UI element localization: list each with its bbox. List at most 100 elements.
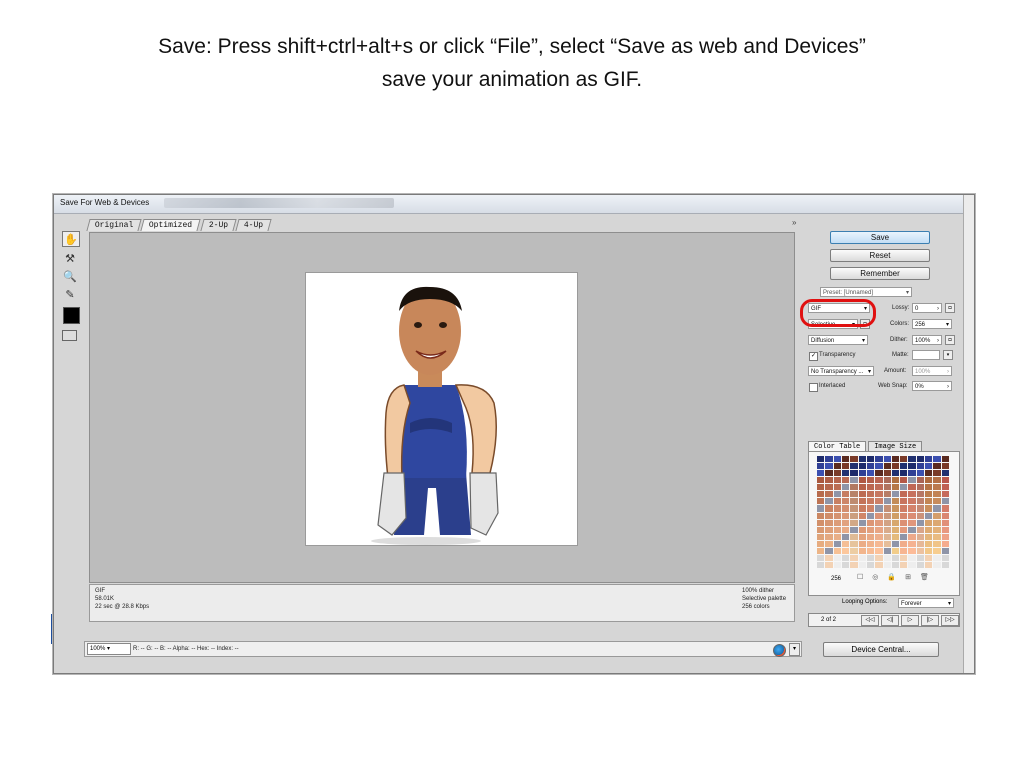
color-swatch[interactable] [933,554,941,561]
next-frame-icon[interactable]: |▷ [921,615,939,626]
lossy-field[interactable]: 0 › [912,303,942,313]
color-swatch[interactable] [858,505,866,512]
color-swatch[interactable] [908,470,916,477]
save-button[interactable]: Save [830,231,930,244]
color-swatch[interactable] [875,484,883,491]
color-swatch[interactable] [900,491,908,498]
color-swatch[interactable] [841,463,850,470]
color-swatch[interactable] [825,547,833,554]
color-swatch[interactable] [858,470,866,477]
color-swatch[interactable] [866,456,875,463]
color-swatch[interactable] [900,561,908,568]
remember-button[interactable]: Remember [830,267,930,280]
color-swatch[interactable] [850,505,858,512]
tab-2-up[interactable]: 2-Up [200,219,237,231]
new-color-icon[interactable]: ⊞ [905,573,911,581]
color-swatch[interactable] [925,505,933,512]
color-swatch[interactable] [850,519,858,526]
color-swatch[interactable] [850,547,858,554]
color-swatch[interactable] [925,561,933,568]
color-swatch[interactable] [900,498,908,505]
color-swatch[interactable] [833,554,841,561]
color-swatch[interactable] [883,470,891,477]
color-swatch[interactable] [941,533,949,540]
color-swatch[interactable] [891,554,900,561]
color-swatch[interactable] [866,554,875,561]
color-swatch[interactable] [916,526,925,533]
color-swatch[interactable] [908,477,916,484]
color-swatch[interactable] [833,463,841,470]
color-swatch[interactable] [833,533,841,540]
color-swatch[interactable] [925,533,933,540]
color-swatch[interactable] [941,526,949,533]
color-swatch[interactable] [883,512,891,519]
color-swatch[interactable] [925,540,933,547]
color-swatch[interactable] [891,470,900,477]
color-swatch[interactable] [925,554,933,561]
color-swatch[interactable] [908,484,916,491]
device-central-button[interactable]: Device Central... [823,642,939,657]
color-swatch[interactable] [900,519,908,526]
color-swatch[interactable] [841,505,850,512]
color-swatch[interactable] [817,484,825,491]
color-swatch[interactable] [933,519,941,526]
color-swatch[interactable] [883,456,891,463]
color-swatch[interactable] [916,463,925,470]
color-swatch[interactable] [850,491,858,498]
color-swatch[interactable] [900,470,908,477]
lock-color-icon[interactable]: 🔒 [887,573,896,581]
color-swatch[interactable] [817,554,825,561]
color-swatch[interactable] [850,540,858,547]
color-swatch[interactable] [858,533,866,540]
color-swatch[interactable] [825,484,833,491]
color-swatch[interactable] [817,463,825,470]
color-swatch[interactable] [866,470,875,477]
color-swatch[interactable] [941,512,949,519]
dither-algorithm-select[interactable]: Diffusion ▾ [808,335,868,345]
color-swatch[interactable] [908,498,916,505]
tab-original[interactable]: Original [86,219,143,231]
color-swatch[interactable] [825,526,833,533]
eyedropper-color-swatch[interactable] [63,307,80,324]
color-swatch[interactable] [858,456,866,463]
color-swatch[interactable] [875,519,883,526]
color-swatch[interactable] [916,484,925,491]
color-swatch[interactable] [825,470,833,477]
color-swatch[interactable] [875,491,883,498]
color-swatch[interactable] [883,533,891,540]
color-swatch[interactable] [933,498,941,505]
color-swatch[interactable] [817,519,825,526]
tab-optimized[interactable]: Optimized [140,219,202,231]
color-swatch[interactable] [891,519,900,526]
color-swatch[interactable] [817,540,825,547]
color-swatch[interactable] [891,505,900,512]
color-swatch[interactable] [817,512,825,519]
color-swatch[interactable] [858,491,866,498]
color-swatch[interactable] [933,561,941,568]
color-swatch[interactable] [875,498,883,505]
color-swatch[interactable] [825,540,833,547]
color-swatch[interactable] [858,477,866,484]
color-swatch[interactable] [900,554,908,561]
color-swatch[interactable] [817,533,825,540]
color-swatch[interactable] [875,561,883,568]
color-swatch[interactable] [817,505,825,512]
color-swatch[interactable] [858,463,866,470]
color-swatch[interactable] [941,498,949,505]
color-swatch[interactable] [858,484,866,491]
color-swatch[interactable] [941,463,949,470]
color-swatch[interactable] [883,554,891,561]
color-swatch[interactable] [891,547,900,554]
color-swatch[interactable] [825,519,833,526]
color-swatch[interactable] [841,484,850,491]
color-swatch[interactable] [825,505,833,512]
color-swatch[interactable] [817,456,825,463]
color-swatch[interactable] [891,498,900,505]
color-swatch[interactable] [866,519,875,526]
collapse-icon[interactable]: » [792,218,796,227]
color-swatch[interactable] [817,547,825,554]
color-swatch[interactable] [841,554,850,561]
color-swatch[interactable] [933,526,941,533]
color-swatch[interactable] [908,533,916,540]
color-swatch[interactable] [925,512,933,519]
